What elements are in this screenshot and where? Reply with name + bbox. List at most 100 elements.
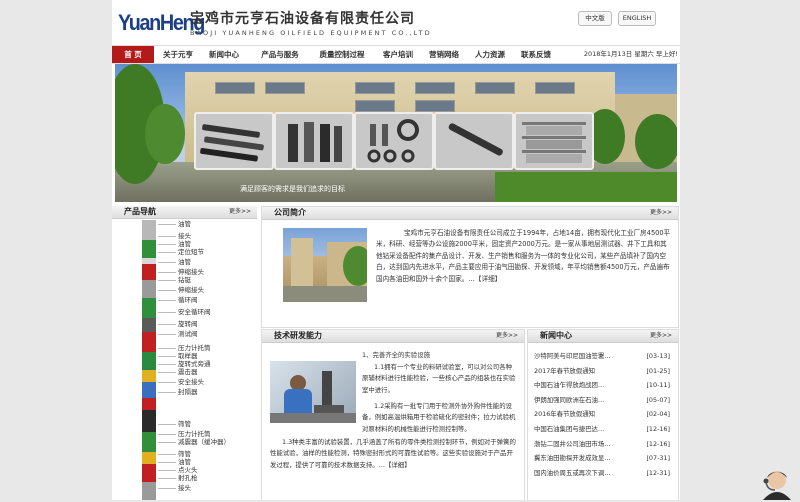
product-item[interactable]: 安全接头 [178,378,204,386]
product-nav-more-link[interactable]: 更多>> [229,206,251,218]
company-building-photo [283,228,367,302]
news-item[interactable]: 渤钻二固井公司油田市场… [12-16] [534,438,672,450]
hero-banner: 满足顾客的需求是我们追求的目标 [115,64,677,202]
news-header: 新闻中心 更多>> [528,330,678,343]
product-leader-line [158,348,176,349]
news-item-date: [07-31] [646,454,670,463]
product-item[interactable]: 接头 [178,232,191,240]
product-leader-line [158,244,176,245]
product-item[interactable]: 旋转阀 [178,320,198,328]
news-item-title[interactable]: 国内油价周五或再次下调… [534,467,642,479]
product-leader-line [158,312,176,313]
news-item[interactable]: 国内油价周五或再次下调… [12-31] [534,467,672,479]
banner-product-image-5 [514,112,594,170]
banner-caption: 满足顾客的需求是我们追求的目标 [240,185,345,193]
product-item[interactable]: 震击器 [178,368,198,376]
news-item[interactable]: 中国石油乍得放炮战团… [10-11] [534,379,672,391]
nav-item-products[interactable]: 产品与服务 [256,46,304,63]
product-item[interactable]: 油管 [178,240,191,248]
nav-item-home[interactable]: 首 页 [112,46,154,63]
news-item-title[interactable]: 2017年春节放假通知 [534,365,642,377]
product-item[interactable]: 筛管 [178,450,191,458]
product-item[interactable]: 测试阀 [178,330,198,338]
company-intro-more-link[interactable]: 更多>> [650,207,672,219]
tech-rd-title: 技术研发能力 [274,331,322,340]
news-item-date: [01-25] [646,366,670,375]
product-leader-line [158,224,176,225]
product-item[interactable]: 伸缩接头 [178,286,204,294]
news-item[interactable]: 2016年春节放假通知 [02-04] [534,408,672,420]
customer-service-avatar[interactable] [755,468,797,500]
nav-item-news[interactable]: 新闻中心 [204,46,244,63]
news-item-title[interactable]: 沙特阿美与印尼国油签署… [534,350,642,362]
product-leader-line [158,324,176,325]
nav-item-training[interactable]: 客户培训 [378,46,418,63]
product-item[interactable]: 油管 [178,458,191,466]
lang-chinese-button[interactable]: 中文版 [578,11,612,26]
product-item[interactable]: 循环阀 [178,296,198,304]
product-nav-section: 产品导航 更多>> 油管 接头 油管 定位短节 油管 伸缩接头 钻铤 伸缩接头 循环阀 安全循环阀… [112,206,257,500]
news-item[interactable]: 伊朗加强同欧洲在石油… [05-07] [534,394,672,406]
tech-paragraph-2: 1.2采购有一批专门用于检测外协外购件性能的设备，例如高温烘箱用于检验硫化的密封… [362,402,516,433]
news-item[interactable]: 冀东油田勘探开发成效显… [07-31] [534,452,672,464]
news-item-title[interactable]: 伊朗加强同欧洲在石油… [534,394,642,406]
news-item-title[interactable]: 渤钻二固井公司油田市场… [534,438,642,450]
lang-english-button[interactable]: ENGLISH [618,11,656,26]
product-item[interactable]: 压力计托筒 [178,344,211,352]
news-item-date: [05-07] [646,395,670,404]
news-item[interactable]: 沙特阿美与印尼国油签署… [03-13] [534,350,672,362]
product-item[interactable]: 旋转式旁通 [178,360,211,368]
product-leader-line [158,488,176,489]
product-nav-header: 产品导航 更多>> [112,206,257,219]
news-item-title[interactable]: 中国石油集团与捷巴达… [534,423,642,435]
news-more-link[interactable]: 更多>> [650,330,672,342]
product-leader-line [158,280,176,281]
page: YuanHeng 宝鸡市元亨石油设备有限责任公司 BAOJI YUANHENG … [112,0,680,500]
product-item[interactable]: 筛管 [178,420,191,428]
product-leader-line [158,364,176,365]
product-leader-line [158,252,176,253]
product-leader-line [158,372,176,373]
news-item-title[interactable]: 冀东油田勘探开发成效显… [534,452,642,464]
current-date: 2018年1月13日 星期六 早上好! [583,50,678,58]
tech-rd-section: 技术研发能力 更多>> 1、完善齐全的实验设施 1.1拥有一个专业的料研试验室，… [261,329,525,500]
product-item[interactable]: 钻铤 [178,276,191,284]
company-intro-text: 宝鸡市元亨石油设备有限责任公司成立于1994年，占地14亩，拥有现代化工业厂房4… [376,229,671,283]
product-leader-line [158,392,176,393]
nav-item-contact[interactable]: 联系反馈 [516,46,556,63]
product-item[interactable]: 减震器（缓冲器） [178,438,230,446]
tech-rd-more-link[interactable]: 更多>> [496,330,518,342]
nav-item-about[interactable]: 关于元亨 [158,46,198,63]
product-leader-line [158,356,176,357]
product-item[interactable]: 定位短节 [178,248,204,256]
tool-string-image [142,220,156,500]
news-item[interactable]: 2017年春节放假通知 [01-25] [534,365,672,377]
news-title: 新闻中心 [540,331,572,340]
product-item[interactable]: 伸缩接头 [178,268,204,276]
product-leader-line [158,454,176,455]
product-leader-line [158,434,176,435]
company-logo[interactable]: YuanHeng 宝鸡市元亨石油设备有限责任公司 BAOJI YUANHENG … [118,10,430,37]
product-item[interactable]: 取样器 [178,352,198,360]
product-item[interactable]: 油管 [178,220,191,228]
product-item[interactable]: 点火头 [178,466,198,474]
product-leader-line [158,236,176,237]
news-item[interactable]: 中国石油集团与捷巴达… [12-16] [534,423,672,435]
product-item[interactable]: 射孔枪 [178,474,198,482]
product-leader-line [158,462,176,463]
company-intro-title: 公司简介 [274,208,306,217]
company-intro-header: 公司简介 更多>> [262,207,678,220]
news-item-date: [02-04] [646,410,670,419]
news-item-title[interactable]: 中国石油乍得放炮战团… [534,379,642,391]
product-item[interactable]: 安全循环阀 [178,308,211,316]
tech-paragraph-1: 1.1拥有一个专业的料研试验室，可以对公司各种原辅材料进行性能检验，一些核心产品… [362,363,516,394]
product-leader-line [158,334,176,335]
nav-item-hr[interactable]: 人力资源 [470,46,510,63]
product-item[interactable]: 封隔器 [178,388,198,396]
nav-item-quality[interactable]: 质量控制过程 [312,46,372,63]
product-item[interactable]: 油管 [178,258,191,266]
product-item[interactable]: 接头 [178,484,191,492]
product-item[interactable]: 压力计托筒 [178,430,211,438]
news-item-title[interactable]: 2016年春节放假通知 [534,408,642,420]
nav-item-marketing[interactable]: 营销网络 [424,46,464,63]
